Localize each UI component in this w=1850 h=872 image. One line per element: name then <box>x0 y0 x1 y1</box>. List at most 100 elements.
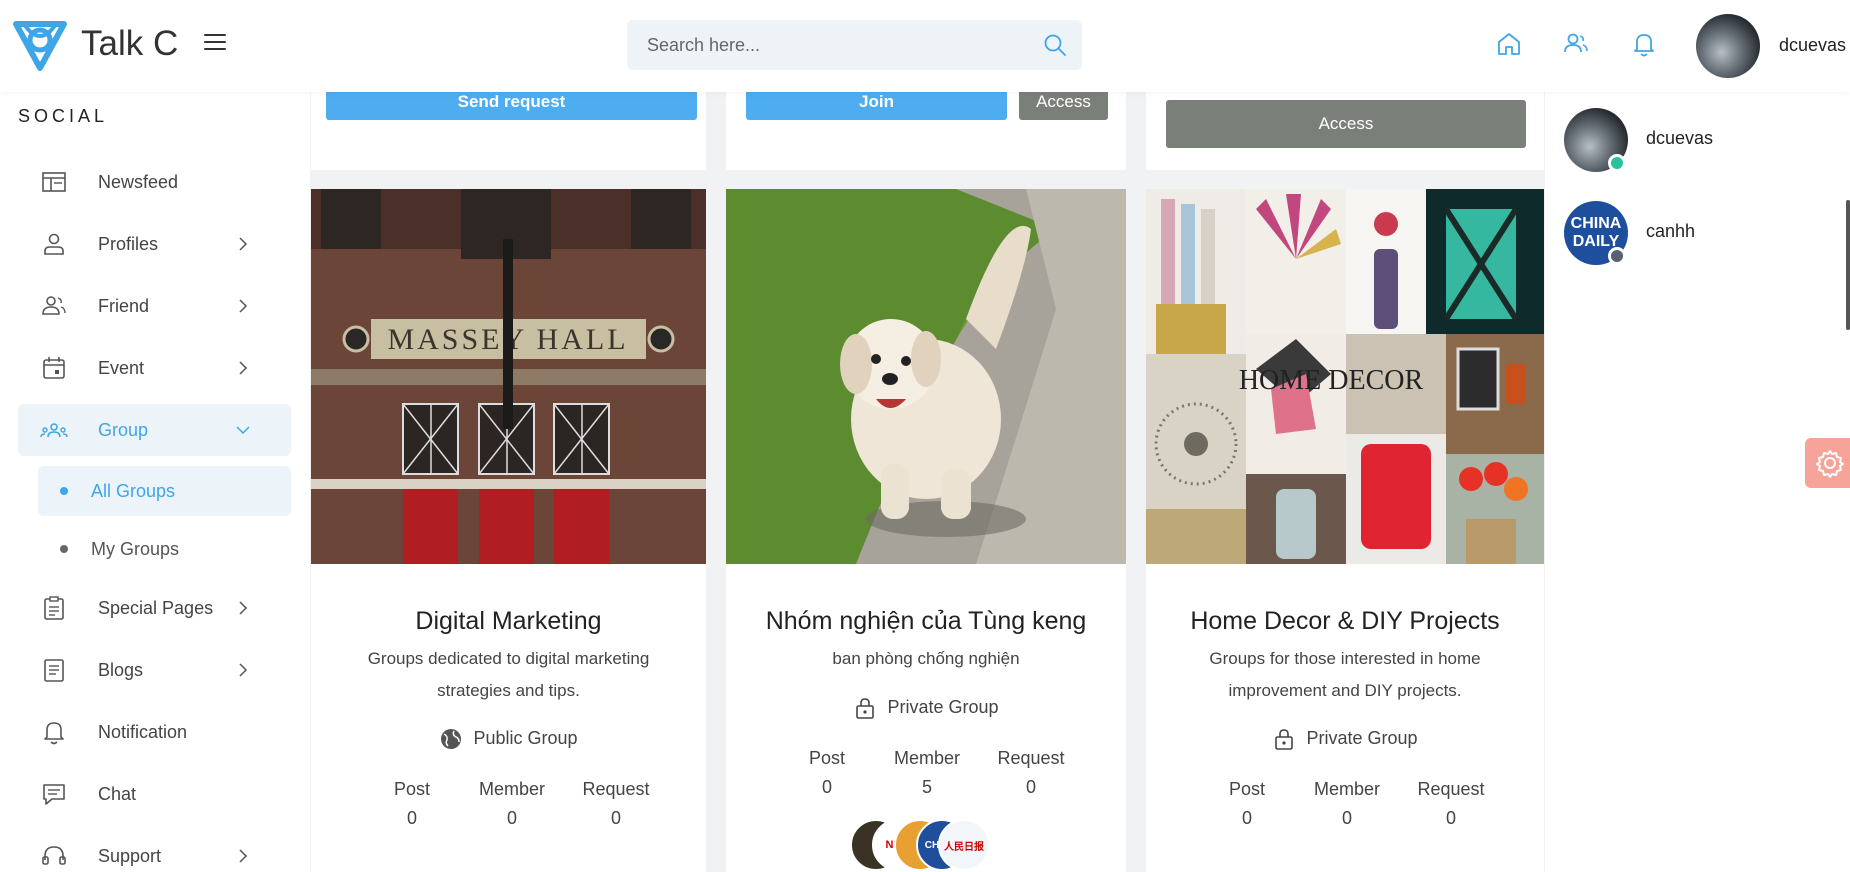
home-icon[interactable] <box>1495 30 1523 58</box>
menu-toggle-icon[interactable] <box>204 34 226 54</box>
stat-member: Member 5 <box>892 748 962 798</box>
group-cover-image[interactable] <box>726 189 1126 564</box>
stat-value: 0 <box>821 777 832 797</box>
bullet-icon <box>60 545 68 553</box>
sidebar-section-title: SOCIAL <box>18 106 109 126</box>
bullet-icon <box>60 487 68 495</box>
group-cover-image[interactable]: MASSEY HALL <box>311 189 706 564</box>
stat-member: Member 0 <box>477 779 547 829</box>
stat-post: Post 0 <box>800 748 854 798</box>
stat-label: Request <box>582 779 650 799</box>
home-decor-collage-image: HOME DECOR <box>1146 189 1544 564</box>
chevron-right-icon <box>239 361 248 375</box>
stat-member: Member 0 <box>1312 779 1382 829</box>
user-avatar[interactable] <box>1696 14 1760 78</box>
access-button[interactable]: Access <box>1166 100 1526 148</box>
sidebar-item-special-pages[interactable]: Special Pages <box>18 582 291 634</box>
prev-group-card: Send request <box>311 84 706 170</box>
stat-value: 0 <box>1445 808 1456 828</box>
sidebar-item-label: Group <box>98 419 149 440</box>
stat-label: Request <box>1417 779 1485 799</box>
stat-post: Post 0 <box>1220 779 1274 829</box>
group-description-line: strategies and tips. <box>437 681 580 700</box>
search-input[interactable] <box>627 20 1007 70</box>
group-title[interactable]: Home Decor & DIY Projects <box>1146 607 1544 636</box>
group-card: MASSEY HALL Digital Marketing Groups ded… <box>311 189 706 872</box>
online-status-dot <box>1608 154 1626 172</box>
contact-name: dcuevas <box>1646 128 1714 148</box>
user-name[interactable]: dcuevas <box>1779 35 1846 56</box>
stat-request: Request 0 <box>581 779 651 829</box>
prev-group-card: Access <box>1146 92 1544 170</box>
friends-icon <box>42 296 66 315</box>
search-icon[interactable] <box>1042 32 1068 58</box>
group-cover-image[interactable]: HOME DECOR <box>1146 189 1544 564</box>
massey-hall-image: MASSEY HALL <box>311 189 706 564</box>
group-title[interactable]: Digital Marketing <box>311 607 706 636</box>
settings-button[interactable] <box>1805 438 1850 488</box>
group-privacy: Public Group <box>311 727 706 751</box>
group-stats: Post 0 Member 0 Request 0 <box>385 779 651 829</box>
stat-label: Post <box>808 748 846 768</box>
stat-value: 0 <box>610 808 621 828</box>
group-privacy: Private Group <box>1146 727 1544 751</box>
sidebar-item-label: Notification <box>98 721 188 742</box>
chevron-right-icon <box>239 663 248 677</box>
sidebar-item-friend[interactable]: Friend <box>18 280 291 332</box>
group-title[interactable]: Nhóm nghiện của Tùng keng <box>726 607 1126 636</box>
group-description-line: Groups for those interested in home <box>1209 649 1481 668</box>
stat-value: 0 <box>1341 808 1352 828</box>
newsfeed-icon <box>42 172 66 192</box>
calendar-icon <box>43 357 65 379</box>
member-avatar[interactable]: 人民日报 <box>938 819 990 871</box>
group-card: HOME DECOR Home Decor & DIY Projects Gro… <box>1146 189 1544 872</box>
stat-value: 0 <box>1241 808 1252 828</box>
chevron-right-icon <box>239 299 248 313</box>
group-stats: Post 0 Member 0 Request 0 <box>1220 779 1486 829</box>
stat-value: 0 <box>406 808 417 828</box>
group-description-line: Groups dedicated to digital marketing <box>367 649 650 668</box>
sidebar-item-label: Chat <box>98 783 137 804</box>
friends-icon[interactable] <box>1562 30 1590 58</box>
sidebar-sub-my-groups[interactable]: My Groups <box>38 524 291 574</box>
stat-label: Post <box>1228 779 1266 799</box>
chevron-right-icon <box>239 237 248 251</box>
sidebar-item-chat[interactable]: Chat <box>18 768 291 820</box>
headset-icon <box>42 846 66 865</box>
search-bar <box>627 20 1082 70</box>
member-avatars[interactable]: NETI ★ CHI DA 人民日报 <box>850 819 1010 872</box>
sidebar-item-blogs[interactable]: Blogs <box>18 644 291 696</box>
contact-item[interactable]: dcuevas <box>1564 108 1844 174</box>
group-description: Groups dedicated to digital marketing st… <box>311 643 706 707</box>
group-icon <box>40 423 68 438</box>
sidebar-item-notification[interactable]: Notification <box>18 706 291 758</box>
stat-label: Post <box>393 779 431 799</box>
sidebar-item-event[interactable]: Event <box>18 342 291 394</box>
sidebar-sub-label: My Groups <box>91 538 180 559</box>
contact-item[interactable]: CHINA DAILY canhh <box>1564 201 1844 267</box>
page-scrollbar[interactable] <box>1846 200 1850 330</box>
group-privacy-label: Private Group <box>887 696 999 717</box>
chevron-down-icon <box>236 426 250 435</box>
sidebar-item-newsfeed[interactable]: Newsfeed <box>18 156 291 208</box>
stat-label: Member <box>478 779 545 799</box>
sidebar-sub-label: All Groups <box>91 480 176 501</box>
stat-label: Member <box>893 748 960 768</box>
sidebar-item-label: Profiles <box>98 233 159 254</box>
lock-icon <box>856 698 875 719</box>
group-card: Nhóm nghiện của Tùng keng ban phòng chốn… <box>726 189 1126 872</box>
logo-icon[interactable] <box>10 18 70 74</box>
bell-icon[interactable] <box>1630 30 1658 58</box>
stat-value: 5 <box>921 777 932 797</box>
sidebar-item-profiles[interactable]: Profiles <box>18 218 291 270</box>
top-header: Talk C dcuevas <box>0 0 1850 92</box>
document-icon <box>44 659 64 682</box>
sidebar-item-group[interactable]: Group <box>18 404 291 456</box>
sidebar-sub-all-groups[interactable]: All Groups <box>38 466 291 516</box>
brand-name[interactable]: Talk C <box>81 24 178 64</box>
sidebar-item-support[interactable]: Support <box>18 830 291 872</box>
globe-icon <box>441 729 462 749</box>
chevron-right-icon <box>239 849 248 863</box>
user-icon <box>44 233 64 255</box>
stat-label: Member <box>1313 779 1380 799</box>
